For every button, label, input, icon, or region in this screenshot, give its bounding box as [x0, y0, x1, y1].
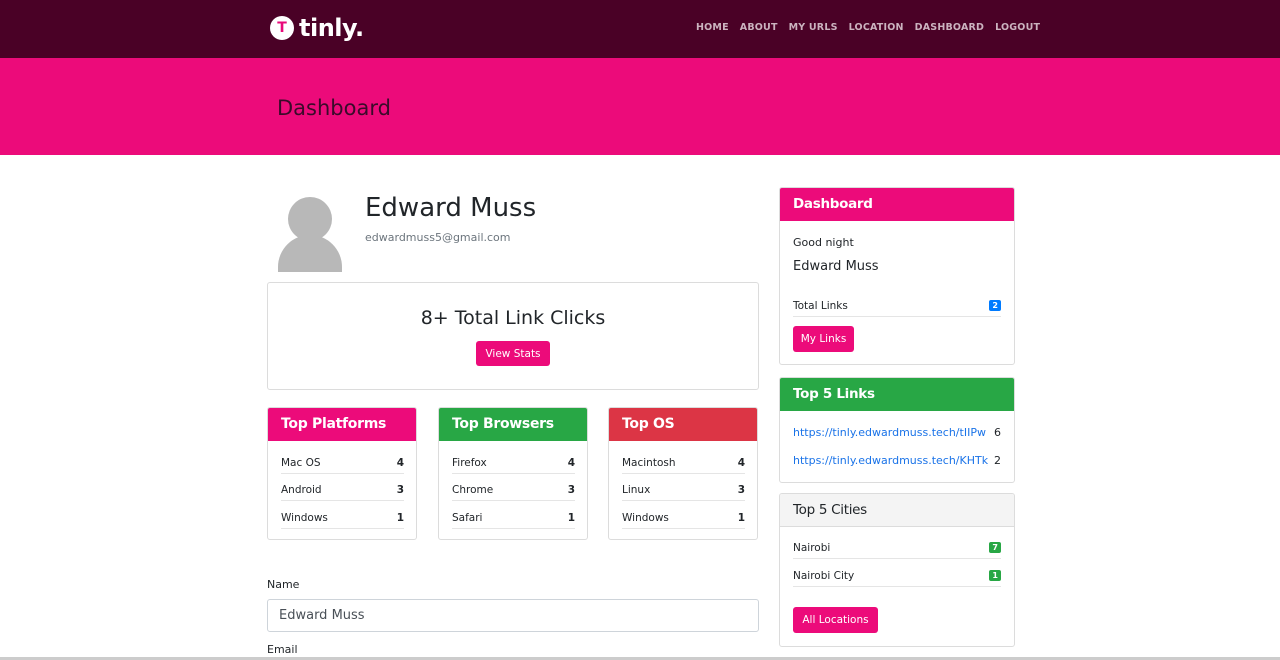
nav-about[interactable]: ABOUT: [740, 22, 778, 33]
top-cities-title: Top 5 Cities: [780, 494, 1014, 527]
row-label: Macintosh: [622, 456, 676, 469]
list-item: Nairobi City 1: [793, 565, 1001, 587]
nav-dashboard[interactable]: DASHBOARD: [915, 22, 984, 33]
row-value: 1: [396, 511, 404, 524]
row-value: 3: [567, 483, 575, 496]
row-label: Mac OS: [281, 456, 321, 469]
all-locations-button[interactable]: All Locations: [793, 607, 878, 633]
top-os-card: Top OS Macintosh 4 Linux 3 Windows 1: [608, 407, 758, 540]
short-link[interactable]: https://tinly.edwardmuss.tech/tIIPw: [793, 426, 988, 439]
top-browsers-title: Top Browsers: [439, 408, 587, 441]
hero-banner: Dashboard: [0, 58, 1280, 155]
total-clicks-card: 8+ Total Link Clicks View Stats: [267, 282, 759, 390]
row-value: 4: [567, 456, 575, 469]
total-links-badge: 2: [989, 300, 1001, 311]
top-platforms-title: Top Platforms: [268, 408, 416, 441]
list-item: Mac OS 4: [281, 452, 404, 474]
row-label: Safari: [452, 511, 483, 524]
city-label: Nairobi City: [793, 569, 855, 582]
nav-location[interactable]: LOCATION: [849, 22, 904, 33]
list-item: Safari 1: [452, 507, 575, 529]
link-count: 6: [994, 425, 1001, 439]
nav-menu: HOME ABOUT MY URLS LOCATION DASHBOARD LO…: [696, 22, 1040, 33]
row-value: 1: [737, 511, 745, 524]
row-value: 3: [737, 483, 745, 496]
list-item: https://tinly.edwardmuss.tech/KHTkj 2: [793, 449, 1001, 471]
nav-my-urls[interactable]: MY URLS: [789, 22, 838, 33]
name-label: Name: [267, 578, 300, 591]
list-item: Nairobi 7: [793, 537, 1001, 559]
row-label: Android: [281, 483, 322, 496]
row-value: 3: [396, 483, 404, 496]
row-value: 4: [396, 456, 404, 469]
total-clicks-title: 8+ Total Link Clicks: [420, 307, 606, 329]
row-value: 1: [567, 511, 575, 524]
city-label: Nairobi: [793, 541, 831, 554]
top-browsers-card: Top Browsers Firefox 4 Chrome 3 Safari 1: [438, 407, 588, 540]
greeting-text: Good night: [793, 236, 854, 249]
profile-email: edwardmuss5@gmail.com: [365, 231, 511, 244]
row-label: Windows: [281, 511, 328, 524]
city-count-badge: 1: [989, 570, 1001, 581]
view-stats-button[interactable]: View Stats: [476, 341, 550, 366]
name-field[interactable]: Edward Muss: [267, 599, 759, 632]
nav-home[interactable]: HOME: [696, 22, 729, 33]
tinly-logo-icon: T: [270, 16, 294, 40]
top-os-title: Top OS: [609, 408, 757, 441]
short-link[interactable]: https://tinly.edwardmuss.tech/KHTkj: [793, 454, 988, 467]
city-count-badge: 7: [989, 542, 1001, 553]
navbar: T tinly. HOME ABOUT MY URLS LOCATION DAS…: [0, 0, 1280, 58]
avatar-icon: [277, 192, 343, 272]
top-links-card: Top 5 Links https://tinly.edwardmuss.tec…: [779, 377, 1015, 483]
top-platforms-card: Top Platforms Mac OS 4 Android 3 Windows 1: [267, 407, 417, 540]
profile-name: Edward Muss: [365, 193, 537, 223]
list-item: Windows 1: [281, 507, 404, 529]
email-label: Email: [267, 643, 298, 656]
top-links-title: Top 5 Links: [780, 378, 1014, 411]
top-cities-card: Top 5 Cities Nairobi 7 Nairobi City 1 Al…: [779, 493, 1015, 647]
link-count: 2: [994, 453, 1001, 467]
avatar-body: [278, 235, 342, 272]
list-item: Android 3: [281, 479, 404, 501]
brand-logo-link[interactable]: T tinly.: [270, 14, 364, 42]
list-item: Chrome 3: [452, 479, 575, 501]
list-item: Windows 1: [622, 507, 745, 529]
row-label: Firefox: [452, 456, 487, 469]
list-item: https://tinly.edwardmuss.tech/tIIPw 6: [793, 421, 1001, 443]
row-label: Chrome: [452, 483, 494, 496]
total-links-row: Total Links 2: [793, 295, 1001, 317]
brand-name: tinly.: [299, 14, 364, 42]
sidebar-dashboard-card: Dashboard Good night Edward Muss Total L…: [779, 187, 1015, 365]
nav-logout[interactable]: LOGOUT: [995, 22, 1040, 33]
sidebar-user-name: Edward Muss: [793, 259, 879, 274]
row-value: 4: [737, 456, 745, 469]
page-title: Dashboard: [277, 96, 391, 120]
total-links-label: Total Links: [793, 299, 848, 312]
list-item: Macintosh 4: [622, 452, 745, 474]
list-item: Firefox 4: [452, 452, 575, 474]
row-label: Windows: [622, 511, 669, 524]
sidebar-dashboard-title: Dashboard: [780, 188, 1014, 221]
row-label: Linux: [622, 483, 651, 496]
my-links-button[interactable]: My Links: [793, 326, 854, 352]
list-item: Linux 3: [622, 479, 745, 501]
